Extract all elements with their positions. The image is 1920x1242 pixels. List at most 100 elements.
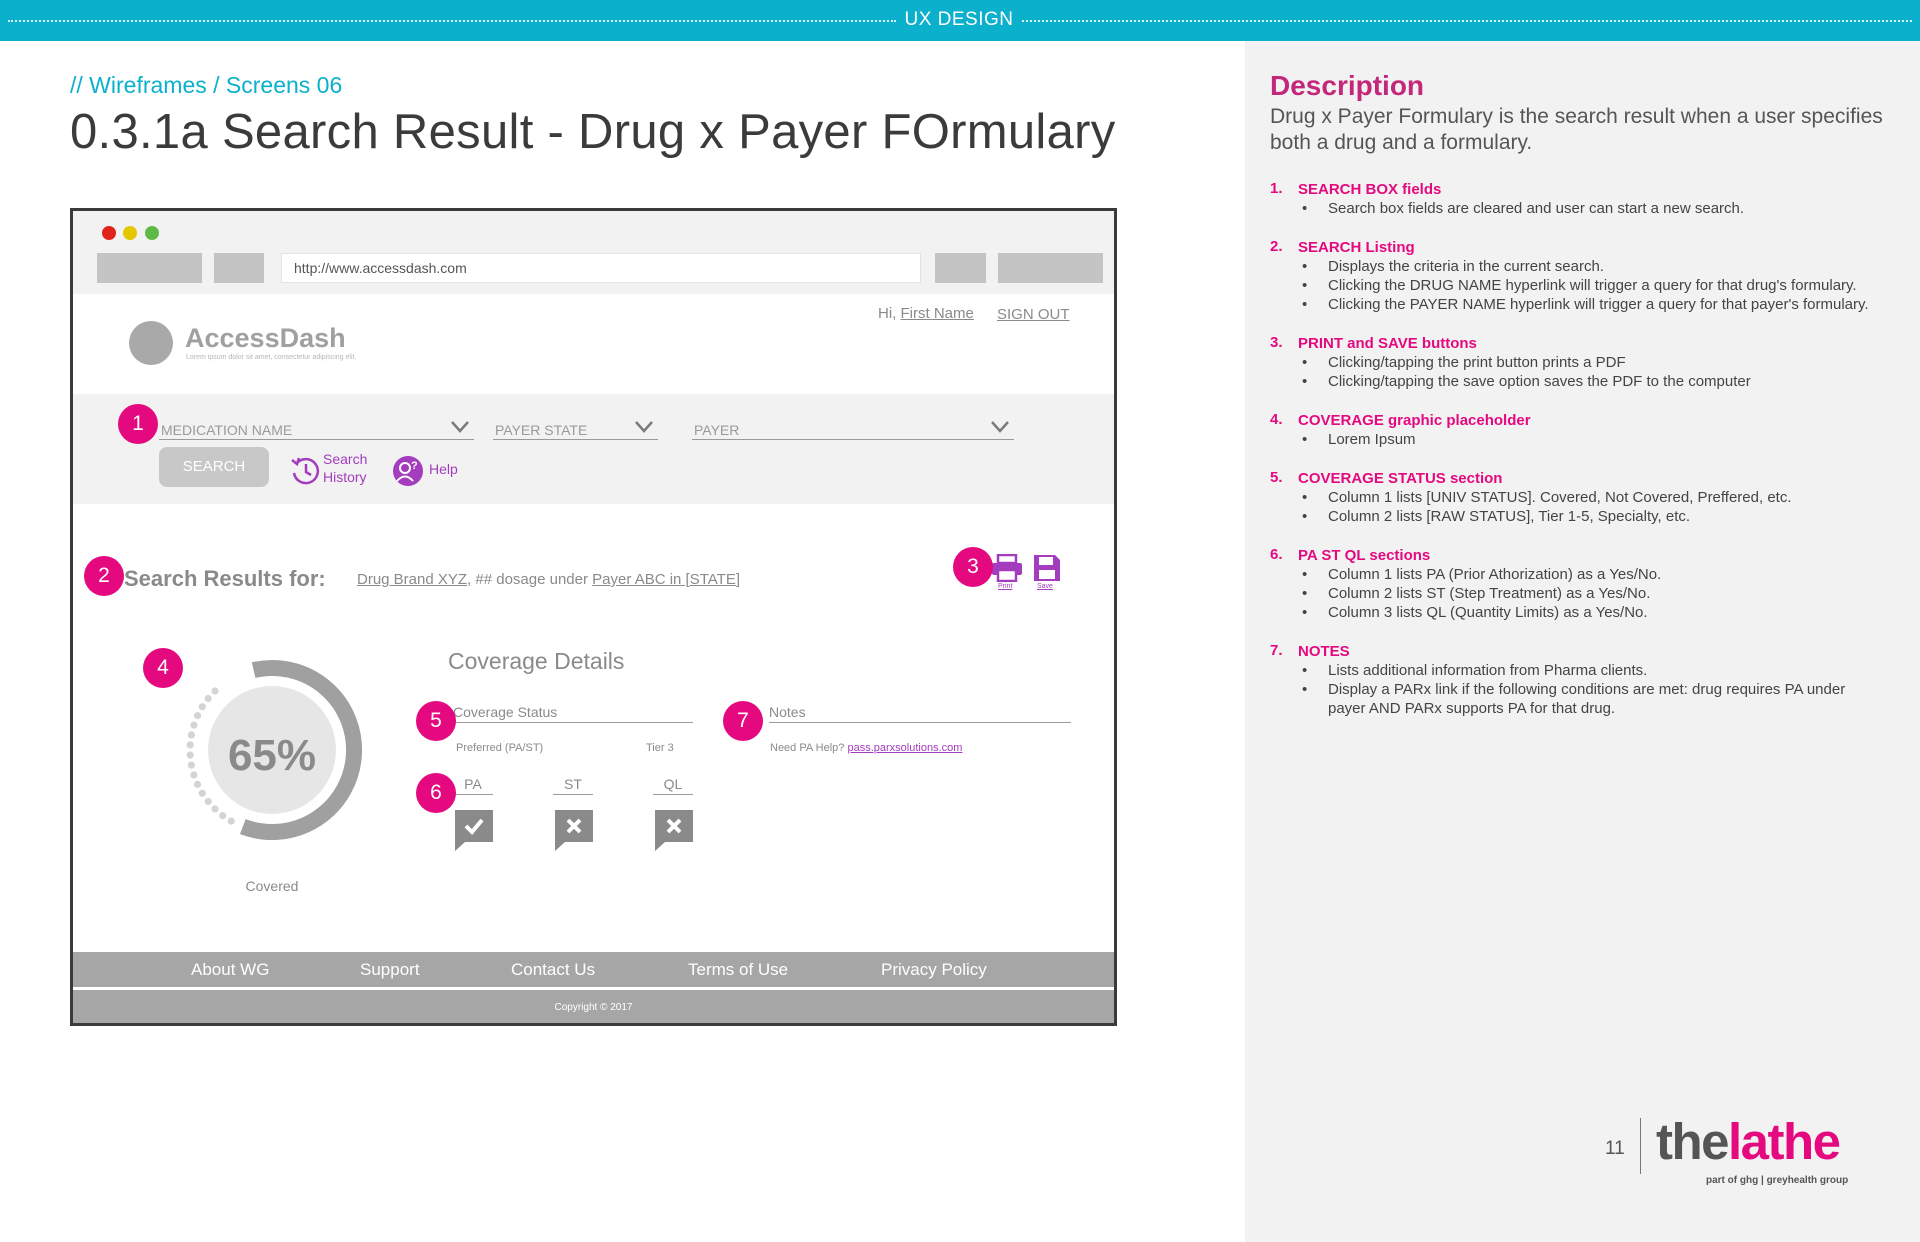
history-icon[interactable] [289,456,321,486]
footer-separator [1640,1118,1641,1174]
note-title: PRINT and SAVE buttons [1298,335,1477,352]
maximize-window-dot[interactable] [145,226,159,240]
brand-logo: thelathe [1656,1112,1841,1171]
note-bullets: Lorem Ipsum [1270,430,1870,449]
sign-out-link[interactable]: SIGN OUT [997,306,1070,323]
description-heading: Description [1270,70,1425,101]
note-item: 3. PRINT and SAVE buttonsClicking/tapping… [1270,334,1870,391]
gauge-dot [190,771,198,779]
chevron-down-icon [991,421,1009,433]
search-criteria: Drug Brand XYZ, ## dosage under Payer AB… [357,571,740,588]
close-window-dot[interactable] [102,226,116,240]
help-person-icon: ? [396,460,418,482]
callout-badge-1: 1 [118,404,158,444]
note-bullets: Column 1 lists [UNIV STATUS]. Covered, N… [1270,488,1870,526]
payer-select[interactable]: PAYER [692,418,1014,440]
footer-link-contact[interactable]: Contact Us [511,960,595,980]
note-bullets: Displays the criteria in the current sea… [1270,257,1870,314]
page-number: 11 [1605,1138,1625,1159]
payer-placeholder: PAYER [694,422,740,438]
browser-forward-button[interactable] [214,253,264,283]
note-bullet: Lists additional information from Pharma… [1302,661,1870,680]
note-number: 2. [1270,238,1283,255]
note-bullet: Column 1 lists PA (Prior Athorization) a… [1302,565,1870,584]
st-x-icon [555,810,593,851]
note-item: 5. COVERAGE STATUS sectionColumn 1 lists … [1270,469,1870,526]
medication-name-select[interactable]: MEDICATION NAME [159,418,474,440]
st-header: ST [553,776,593,795]
gauge-dot [198,703,206,711]
browser-action-button[interactable] [935,253,986,283]
brand-part1: the [1656,1113,1730,1170]
user-name-link[interactable]: First Name [901,305,974,322]
greeting-prefix: Hi, [878,305,897,322]
note-bullets: Column 1 lists PA (Prior Athorization) a… [1270,565,1870,622]
help-icon[interactable]: ? [393,456,423,486]
note-bullets: Clicking/tapping the print button prints… [1270,353,1870,391]
save-label[interactable]: Save [1037,583,1053,590]
gauge-dot [187,761,195,769]
gauge-dot [190,721,198,729]
brand-part2: lathe [1728,1113,1841,1170]
parx-link[interactable]: pass.parxsolutions.com [847,742,962,754]
note-item: 1. SEARCH BOX fieldsSearch box fields are… [1270,180,1870,218]
note-bullet: Display a PARx link if the following con… [1302,680,1870,718]
minimize-window-dot[interactable] [123,226,137,240]
gauge-dot [227,817,235,825]
save-icon[interactable] [1033,554,1061,582]
note-bullets: Search box fields are cleared and user c… [1270,199,1870,218]
print-label[interactable]: Print [998,583,1012,590]
drug-name-link[interactable]: Drug Brand XYZ, [357,571,471,588]
pa-check-icon [455,810,493,851]
callout-badge-7: 7 [723,701,763,741]
greeting: Hi, First Name [878,305,974,322]
note-title: SEARCH Listing [1298,239,1415,256]
note-item: 4. COVERAGE graphic placeholderLorem Ipsu… [1270,411,1870,449]
note-item: 7. NOTESLists additional information from… [1270,642,1870,718]
footer-link-terms[interactable]: Terms of Use [688,960,788,980]
top-banner: UX DESIGN [0,0,1920,41]
address-bar[interactable]: http://www.accessdash.com [281,253,921,283]
logo-icon [129,321,173,365]
payer-state-select[interactable]: PAYER STATE [493,418,658,440]
coverage-status-univ: Preferred (PA/ST) [456,742,544,754]
note-bullet: Clicking the DRUG NAME hyperlink will tr… [1302,276,1870,295]
coverage-status-raw: Tier 3 [646,742,674,754]
footer-link-about[interactable]: About WG [191,960,269,980]
browser-menu-button[interactable] [998,253,1103,283]
description-intro: Drug x Payer Formulary is the search res… [1270,105,1883,154]
note-title: NOTES [1298,643,1350,660]
note-title: PA ST QL sections [1298,547,1431,564]
gauge-dot [193,712,202,720]
help-link[interactable]: Help [429,461,458,477]
note-number: 1. [1270,180,1283,197]
footer-link-privacy[interactable]: Privacy Policy [881,960,987,980]
note-bullet: Lorem Ipsum [1302,430,1870,449]
search-button[interactable]: SEARCH [159,447,269,487]
gauge-dot [211,805,219,813]
note-bullet: Displays the criteria in the current sea… [1302,257,1870,276]
copyright: Copyright © 2017 [554,1002,633,1013]
logo-tagline: Lorem ipsum dolor sit amet, consectetur … [186,354,357,361]
note-bullet: Clicking the PAYER NAME hyperlink will t… [1302,295,1870,314]
print-icon[interactable] [991,554,1023,582]
gauge-dot [187,731,195,739]
note-title: COVERAGE graphic placeholder [1298,412,1531,429]
callout-badge-6: 6 [416,773,456,813]
search-history-link[interactable]: Search History [323,450,367,486]
search-bar: MEDICATION NAME PAYER STATE PAYER SEARCH… [73,394,1114,504]
coverage-percent: 65% [227,731,317,780]
gauge-dot [204,797,212,806]
dosage-text: ## dosage under [475,571,588,588]
breadcrumb: // Wireframes / Screens 06 [70,72,343,98]
gauge-dot [186,751,194,759]
note-number: 3. [1270,334,1283,351]
note-item: 2. SEARCH ListingDisplays the criteria in… [1270,238,1870,314]
gauge-dot [198,789,206,797]
coverage-status-caption: Covered [245,878,299,894]
footer-link-support[interactable]: Support [360,960,420,980]
payer-name-link[interactable]: Payer ABC in [STATE] [592,571,740,588]
note-title: SEARCH BOX fields [1298,181,1442,198]
browser-back-button[interactable] [97,253,202,283]
notes-content: Need PA Help? pass.parxsolutions.com [770,742,962,754]
